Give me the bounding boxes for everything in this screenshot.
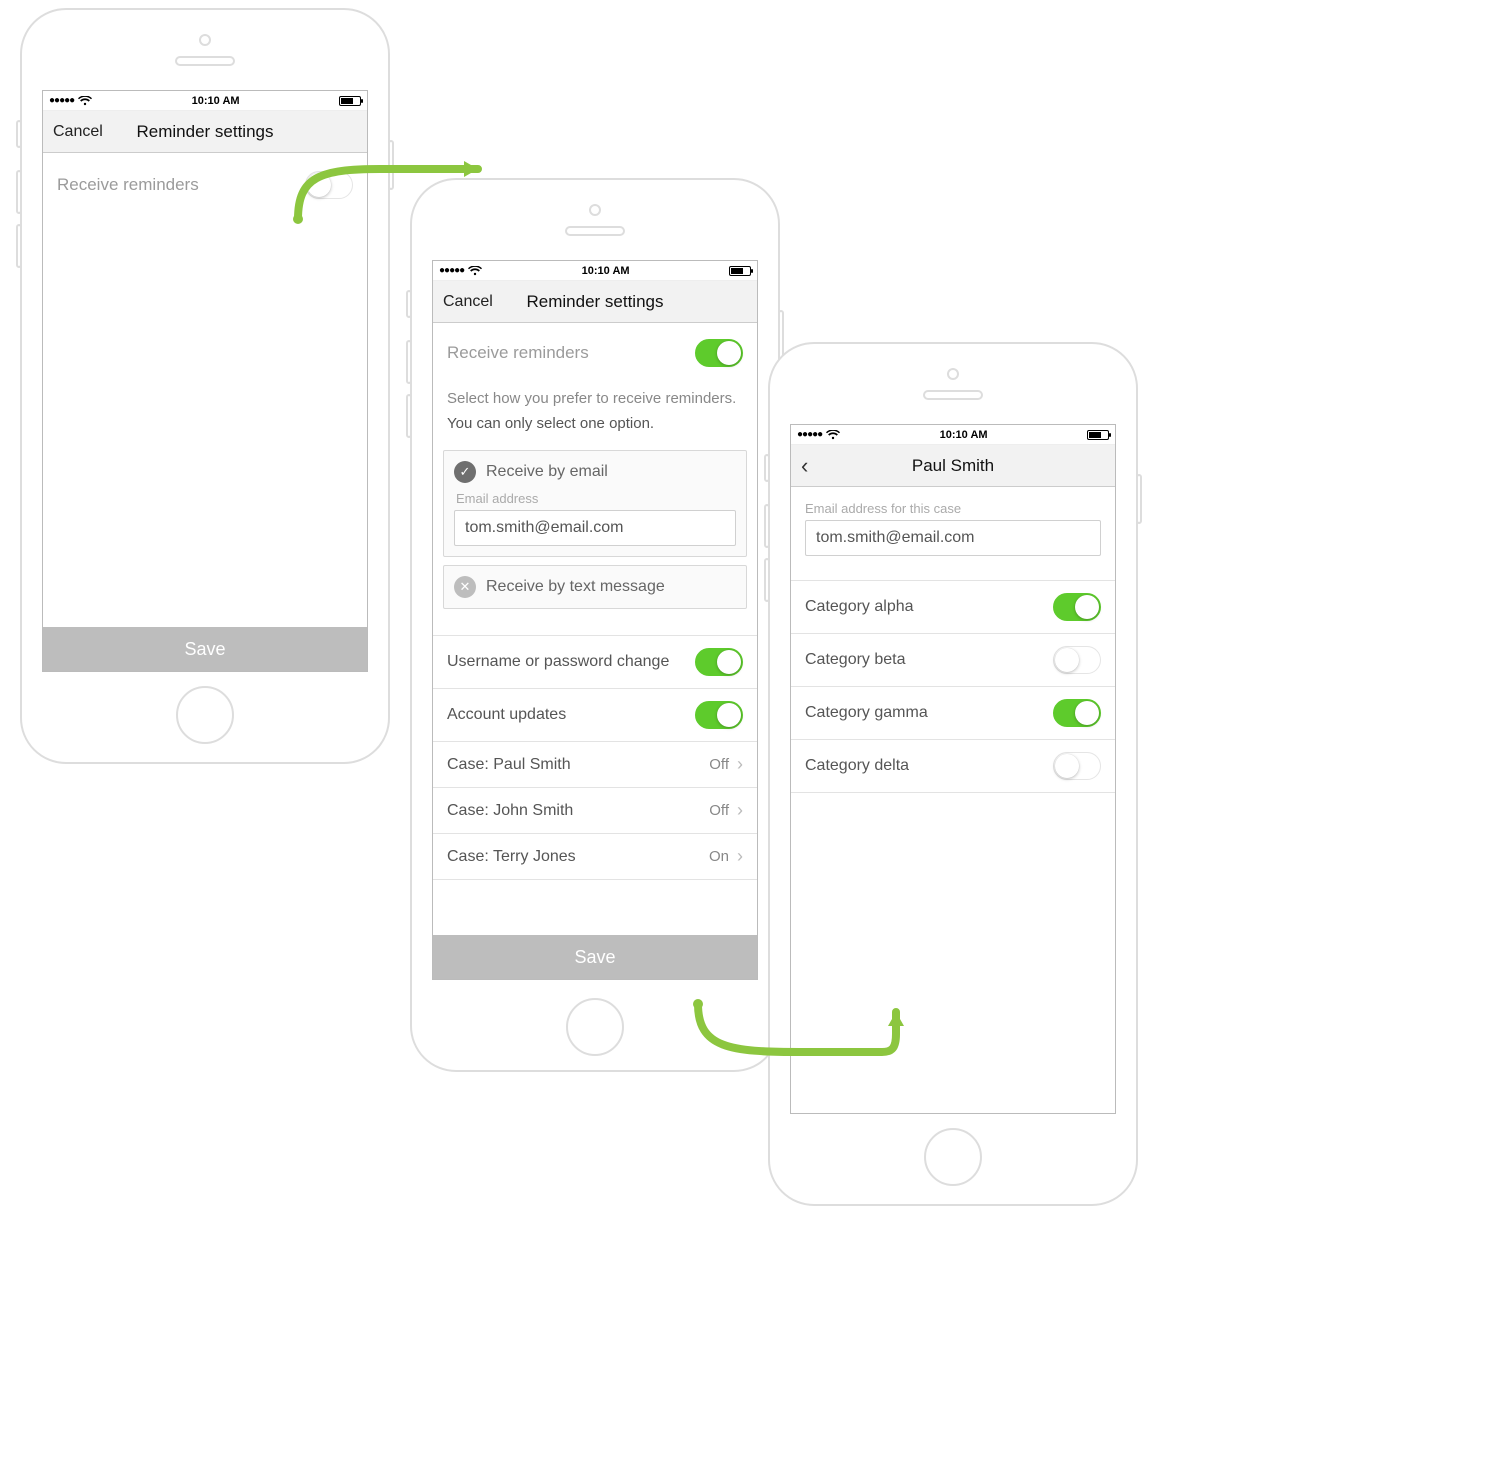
option-email-card[interactable]: ✓ Receive by email Email address <box>443 450 747 557</box>
status-bar: ●●●●● 10:10 AM <box>43 91 367 111</box>
toggle-row-username: Username or password change <box>433 636 757 689</box>
battery-icon <box>1087 430 1109 440</box>
case-value: Off <box>709 756 729 773</box>
status-time: 10:10 AM <box>582 265 630 277</box>
battery-icon <box>729 266 751 276</box>
case-value: Off <box>709 802 729 819</box>
nav-title: Paul Smith <box>791 456 1115 476</box>
receive-reminders-toggle[interactable] <box>695 339 743 367</box>
email-field-label: Email address <box>456 491 736 506</box>
category-row: Category beta <box>791 634 1115 687</box>
chevron-right-icon: › <box>737 754 743 775</box>
receive-reminders-row: Receive reminders <box>43 153 367 211</box>
wifi-icon <box>78 96 92 106</box>
category-alpha-toggle[interactable] <box>1053 593 1101 621</box>
case-prefix: Case: <box>447 802 489 819</box>
home-button[interactable] <box>924 1128 982 1186</box>
category-label: Category alpha <box>805 598 914 616</box>
phone-frame-1: ●●●●● 10:10 AM Cancel Reminder settings … <box>20 8 390 764</box>
checkmark-icon: ✓ <box>454 461 476 483</box>
case-name: Paul Smith <box>493 756 570 773</box>
cancel-button[interactable]: Cancel <box>443 293 493 311</box>
back-button[interactable]: ‹ <box>801 453 816 479</box>
toggle-row-account: Account updates <box>433 689 757 742</box>
receive-reminders-row: Receive reminders <box>433 323 757 375</box>
home-button[interactable] <box>176 686 234 744</box>
toggle-username-change[interactable] <box>695 648 743 676</box>
status-time: 10:10 AM <box>940 429 988 441</box>
settings-list: Username or password change Account upda… <box>433 635 757 880</box>
category-row: Category gamma <box>791 687 1115 740</box>
status-bar: ●●●●● 10:10 AM <box>791 425 1115 445</box>
case-row[interactable]: Case: Terry Jones On › <box>433 834 757 880</box>
close-icon: ✕ <box>454 576 476 598</box>
category-beta-toggle[interactable] <box>1053 646 1101 674</box>
option-sms-title: Receive by text message <box>486 578 665 596</box>
nav-bar: ‹ Paul Smith <box>791 445 1115 487</box>
case-prefix: Case: <box>447 848 489 865</box>
signal-dots-icon: ●●●●● <box>439 265 464 276</box>
screen-3: ●●●●● 10:10 AM ‹ Paul Smith Email addres… <box>790 424 1116 1114</box>
category-gamma-toggle[interactable] <box>1053 699 1101 727</box>
screen-2: ●●●●● 10:10 AM Cancel Reminder settings … <box>432 260 758 980</box>
category-delta-toggle[interactable] <box>1053 752 1101 780</box>
case-name: Terry Jones <box>493 848 576 865</box>
case-prefix: Case: <box>447 756 489 773</box>
case-name: John Smith <box>493 802 573 819</box>
signal-dots-icon: ●●●●● <box>49 95 74 106</box>
save-button[interactable]: Save <box>433 935 757 979</box>
receive-reminders-label: Receive reminders <box>447 343 589 363</box>
home-button[interactable] <box>566 998 624 1056</box>
case-row[interactable]: Case: John Smith Off › <box>433 788 757 834</box>
status-time: 10:10 AM <box>192 95 240 107</box>
case-email-label: Email address for this case <box>805 501 1101 516</box>
phone-frame-3: ●●●●● 10:10 AM ‹ Paul Smith Email addres… <box>768 342 1138 1206</box>
receive-reminders-label: Receive reminders <box>57 175 199 195</box>
case-value: On <box>709 848 729 865</box>
receive-reminders-toggle[interactable] <box>305 171 353 199</box>
category-label: Category beta <box>805 651 906 669</box>
wifi-icon <box>468 266 482 276</box>
status-bar: ●●●●● 10:10 AM <box>433 261 757 281</box>
screen-1: ●●●●● 10:10 AM Cancel Reminder settings … <box>42 90 368 672</box>
battery-icon <box>339 96 361 106</box>
option-email-title: Receive by email <box>486 463 608 481</box>
helper-text: Select how you prefer to receive reminde… <box>433 375 757 415</box>
option-sms-card[interactable]: ✕ Receive by text message <box>443 565 747 609</box>
phone-frame-2: ●●●●● 10:10 AM Cancel Reminder settings … <box>410 178 780 1072</box>
signal-dots-icon: ●●●●● <box>797 429 822 440</box>
category-row: Category delta <box>791 740 1115 793</box>
toggle-label: Account updates <box>447 706 566 724</box>
email-input[interactable] <box>454 510 736 546</box>
category-row: Category alpha <box>791 581 1115 634</box>
chevron-right-icon: › <box>737 800 743 821</box>
toggle-account-updates[interactable] <box>695 701 743 729</box>
category-label: Category delta <box>805 757 909 775</box>
category-label: Category gamma <box>805 704 928 722</box>
save-button[interactable]: Save <box>43 627 367 671</box>
nav-bar: Cancel Reminder settings <box>433 281 757 323</box>
toggle-label: Username or password change <box>447 653 669 671</box>
helper-strong: You can only select one option. <box>433 415 757 442</box>
chevron-right-icon: › <box>737 846 743 867</box>
wifi-icon <box>826 430 840 440</box>
case-row[interactable]: Case: Paul Smith Off › <box>433 742 757 788</box>
nav-bar: Cancel Reminder settings <box>43 111 367 153</box>
case-email-input[interactable] <box>805 520 1101 556</box>
cancel-button[interactable]: Cancel <box>53 123 103 141</box>
category-list: Category alpha Category beta Category ga… <box>791 580 1115 793</box>
